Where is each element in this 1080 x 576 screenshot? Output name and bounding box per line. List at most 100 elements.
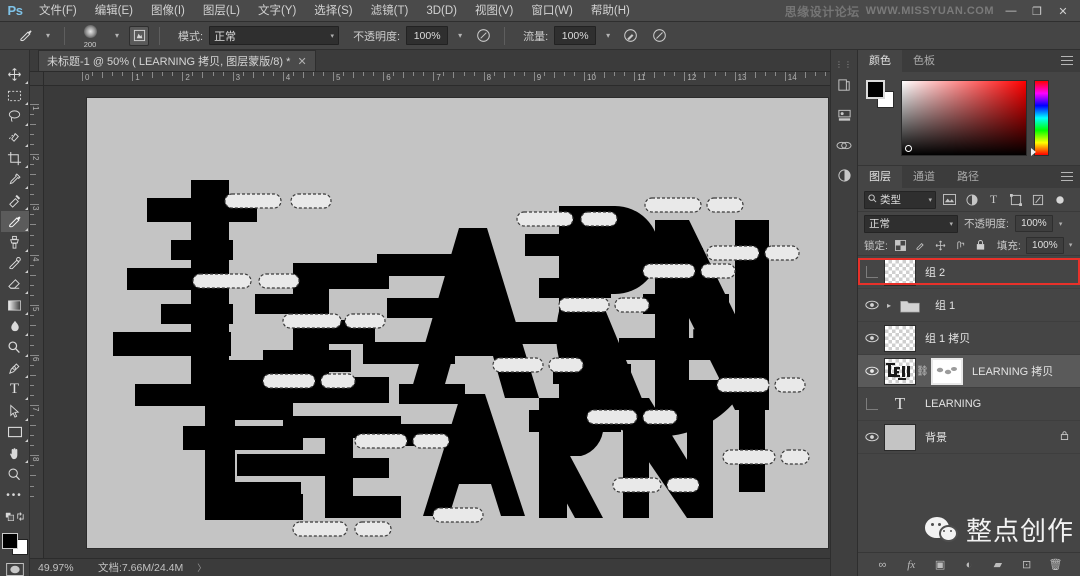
layers-panel-menu-icon[interactable]: [1061, 172, 1073, 184]
new-layer-button[interactable]: ⊡: [1017, 555, 1037, 575]
lasso-tool[interactable]: [1, 106, 29, 127]
opacity-caret-icon[interactable]: ▾: [454, 25, 466, 47]
artboard[interactable]: [87, 98, 828, 548]
quick-selection-tool[interactable]: [1, 127, 29, 148]
menu-image[interactable]: 图像(I): [142, 0, 194, 22]
layer-visibility-toggle[interactable]: [860, 388, 884, 421]
opacity-input[interactable]: 100%: [406, 26, 449, 45]
color-panel-menu-icon[interactable]: [1061, 56, 1073, 68]
layer-row-background[interactable]: 背景: [858, 421, 1080, 454]
layer-opacity-caret-icon[interactable]: ▾: [1059, 220, 1063, 228]
layer-row-group-1[interactable]: ▸ 组 1: [858, 289, 1080, 322]
default-colors-and-swap[interactable]: [1, 506, 29, 527]
eraser-tool[interactable]: [1, 274, 29, 295]
hand-tool[interactable]: [1, 443, 29, 464]
layer-mask-link-icon[interactable]: ⛓: [916, 366, 929, 377]
gradient-tool[interactable]: [1, 295, 29, 316]
filter-pixel-icon[interactable]: [941, 191, 958, 209]
flow-input[interactable]: 100%: [554, 26, 597, 45]
menu-filter[interactable]: 滤镜(T): [362, 0, 418, 22]
document-tab[interactable]: 未标题-1 @ 50% ( LEARNING 拷贝, 图层蒙版/8) * ✕: [38, 50, 316, 71]
styles-panel-icon[interactable]: [831, 132, 857, 158]
foreground-background-colors[interactable]: [1, 532, 28, 555]
menu-select[interactable]: 选择(S): [305, 0, 361, 22]
clone-stamp-tool[interactable]: [1, 232, 29, 253]
lock-artboard-nesting-icon[interactable]: [953, 237, 968, 253]
brush-picker-caret-icon[interactable]: ▾: [111, 25, 123, 47]
group-expand-chevron-icon[interactable]: ▸: [884, 301, 894, 310]
brush-tool[interactable]: [0, 211, 29, 233]
tab-swatches[interactable]: 色板: [902, 50, 946, 72]
history-brush-tool[interactable]: [1, 253, 29, 274]
menu-layer[interactable]: 图层(L): [194, 0, 249, 22]
delete-layer-button[interactable]: 🗑: [1045, 555, 1065, 575]
layer-filter-type-select[interactable]: 类型 ▾: [864, 190, 936, 209]
edit-toolbar-button[interactable]: •••: [1, 485, 29, 506]
menu-window[interactable]: 窗口(W): [522, 0, 582, 22]
color-panel-swatches[interactable]: [866, 80, 894, 108]
marquee-tool[interactable]: [1, 85, 29, 106]
layer-visibility-toggle[interactable]: [860, 256, 884, 289]
blend-mode-select[interactable]: 正常 ▾: [209, 26, 340, 45]
layer-visibility-toggle[interactable]: [860, 355, 884, 388]
add-mask-button[interactable]: ▣: [930, 555, 950, 575]
filter-adjustment-icon[interactable]: [963, 191, 980, 209]
color-panel-foreground-swatch[interactable]: [866, 80, 885, 99]
layer-fill-input[interactable]: 100%: [1025, 236, 1064, 254]
layer-visibility-toggle[interactable]: [860, 322, 884, 355]
layer-thumbnail[interactable]: [884, 258, 916, 286]
brush-panel-toggle-icon[interactable]: [129, 25, 149, 46]
hue-slider[interactable]: [1031, 80, 1049, 156]
layer-row-learning-text[interactable]: T LEARNING: [858, 388, 1080, 421]
filter-toggle-icon[interactable]: [1051, 191, 1068, 209]
tab-layers[interactable]: 图层: [858, 166, 902, 188]
layer-mask-thumbnail[interactable]: [931, 357, 963, 385]
opacity-pressure-icon[interactable]: [472, 25, 494, 47]
brush-tool-icon[interactable]: [14, 25, 36, 47]
healing-brush-tool[interactable]: [1, 190, 29, 211]
dodge-tool[interactable]: [1, 337, 29, 358]
eyedropper-tool[interactable]: [1, 169, 29, 190]
document-tab-close-icon[interactable]: ✕: [297, 55, 306, 68]
tab-channels[interactable]: 通道: [902, 166, 946, 188]
filter-smart-object-icon[interactable]: [1029, 191, 1046, 209]
rail-drag-handle[interactable]: ⋮⋮: [835, 60, 852, 69]
menu-file[interactable]: 文件(F): [30, 0, 86, 22]
zoom-tool[interactable]: [1, 464, 29, 485]
close-button[interactable]: ✕: [1050, 0, 1076, 22]
adjustments-panel-icon[interactable]: [831, 102, 857, 128]
rectangle-tool[interactable]: [1, 422, 29, 443]
layer-visibility-toggle[interactable]: [860, 421, 884, 454]
quick-mask-toggle-icon[interactable]: [5, 562, 25, 576]
zoom-level-field[interactable]: 49.97%: [38, 562, 84, 574]
menu-type[interactable]: 文字(Y): [249, 0, 305, 22]
pen-tool[interactable]: [1, 358, 29, 379]
horizontal-ruler[interactable]: 0123456789101112131415: [30, 72, 858, 86]
link-layers-button[interactable]: ∞: [872, 555, 892, 575]
layer-thumbnail[interactable]: [884, 324, 916, 352]
type-tool[interactable]: T: [1, 379, 29, 400]
menu-3d[interactable]: 3D(D): [417, 0, 466, 22]
filter-shape-icon[interactable]: [1007, 191, 1024, 209]
layer-style-button[interactable]: fx: [901, 555, 921, 575]
blur-tool[interactable]: [1, 316, 29, 337]
foreground-color-swatch[interactable]: [1, 532, 18, 549]
menu-view[interactable]: 视图(V): [466, 0, 522, 22]
libraries-panel-icon[interactable]: [831, 72, 857, 98]
new-group-button[interactable]: ▰: [988, 555, 1008, 575]
layer-blend-mode-select[interactable]: 正常 ▾: [864, 214, 958, 233]
airbrush-icon[interactable]: [620, 25, 642, 47]
lock-transparent-pixels-icon[interactable]: [893, 237, 908, 253]
layer-row-group-2[interactable]: 组 2: [858, 256, 1080, 289]
path-selection-tool[interactable]: [1, 401, 29, 422]
lock-position-icon[interactable]: [933, 237, 948, 253]
filter-type-icon[interactable]: T: [985, 191, 1002, 209]
vertical-ruler[interactable]: 1 2 3 4 5 6 7 8: [30, 86, 44, 562]
lock-all-icon[interactable]: [973, 237, 988, 253]
layer-thumbnail[interactable]: [884, 357, 916, 385]
maximize-button[interactable]: ❐: [1024, 0, 1050, 22]
document-viewport[interactable]: [44, 86, 858, 562]
status-menu-caret-icon[interactable]: 〉: [197, 561, 206, 574]
layer-row-group-1-copy[interactable]: 组 1 拷贝: [858, 322, 1080, 355]
brush-preset-caret-icon[interactable]: ▾: [42, 25, 54, 47]
